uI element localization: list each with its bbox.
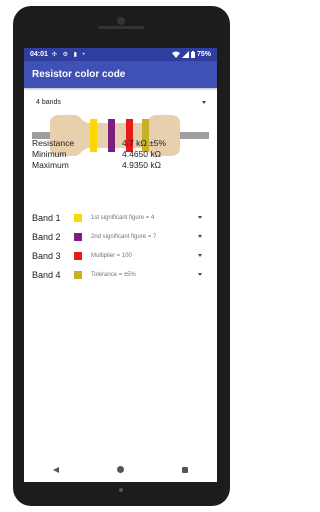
dropdown-arrow-icon [202, 100, 206, 104]
notification-icons: ✣ ⚙ ▮ • [51, 52, 87, 58]
battery-icon [190, 51, 195, 58]
maximum-label: Maximum [32, 159, 69, 170]
battery-percent: 75% [196, 51, 211, 58]
band-1-row: Band 1 1st significant figure = 4 [32, 208, 212, 227]
band-2-select[interactable]: 2nd significant figure = 7 [91, 234, 198, 240]
band-2-label: Band 2 [32, 231, 61, 242]
front-camera [117, 17, 125, 25]
navigation-bar [24, 457, 217, 482]
dropdown-arrow-icon[interactable] [198, 254, 202, 257]
status-time: 04:01 [30, 51, 48, 58]
resistance-label: Resistance [32, 137, 75, 148]
signal-icon [181, 51, 189, 58]
recents-icon[interactable] [182, 466, 188, 473]
status-bar: 04:01 ✣ ⚙ ▮ • 75% [24, 48, 217, 61]
dropdown-arrow-icon[interactable] [198, 273, 202, 276]
back-icon[interactable] [53, 466, 59, 473]
band-list: Band 1 1st significant figure = 4 Band 2… [32, 208, 212, 284]
band-3-select[interactable]: Multiplier = 100 [91, 253, 198, 259]
band-3-row: Band 3 Multiplier = 100 [32, 246, 212, 265]
app-bar: Resistor color code [24, 61, 217, 88]
app-title: Resistor color code [32, 69, 126, 80]
band-1-select[interactable]: 1st significant figure = 4 [91, 215, 198, 221]
band-3-label: Band 3 [32, 250, 61, 261]
phone-bottom-dot [119, 488, 123, 492]
band-count-select[interactable]: 4 bands [36, 95, 206, 109]
dropdown-arrow-icon[interactable] [198, 216, 202, 219]
band-3-color-swatch [74, 251, 82, 260]
band-1-color-swatch [74, 213, 82, 222]
maximum-value: 4.9350 kΩ [122, 159, 161, 170]
band-4-color-swatch [74, 270, 82, 279]
earpiece-speaker [98, 26, 144, 29]
band-4-label: Band 4 [32, 269, 61, 280]
band-4-row: Band 4 Tolerance = ±5% [32, 265, 212, 284]
value-summary: Resistance 4.7 kΩ ±5% Minimum 4.4650 kΩ … [32, 137, 212, 170]
status-right: 75% [171, 51, 211, 58]
minimum-value: 4.4650 kΩ [122, 148, 161, 159]
band-2-color-swatch [74, 232, 82, 241]
band-count-value: 4 bands [36, 98, 61, 106]
band-4-select[interactable]: Tolerance = ±5% [91, 272, 198, 278]
minimum-row: Minimum 4.4650 kΩ [32, 148, 212, 159]
band-1-label: Band 1 [32, 212, 61, 223]
wifi-icon [171, 51, 180, 58]
minimum-label: Minimum [32, 148, 67, 159]
resistance-row: Resistance 4.7 kΩ ±5% [32, 137, 212, 148]
dropdown-arrow-icon[interactable] [198, 235, 202, 238]
home-icon[interactable] [117, 466, 124, 473]
resistance-value: 4.7 kΩ ±5% [122, 137, 167, 148]
band-2-row: Band 2 2nd significant figure = 7 [32, 227, 212, 246]
maximum-row: Maximum 4.9350 kΩ [32, 159, 212, 170]
